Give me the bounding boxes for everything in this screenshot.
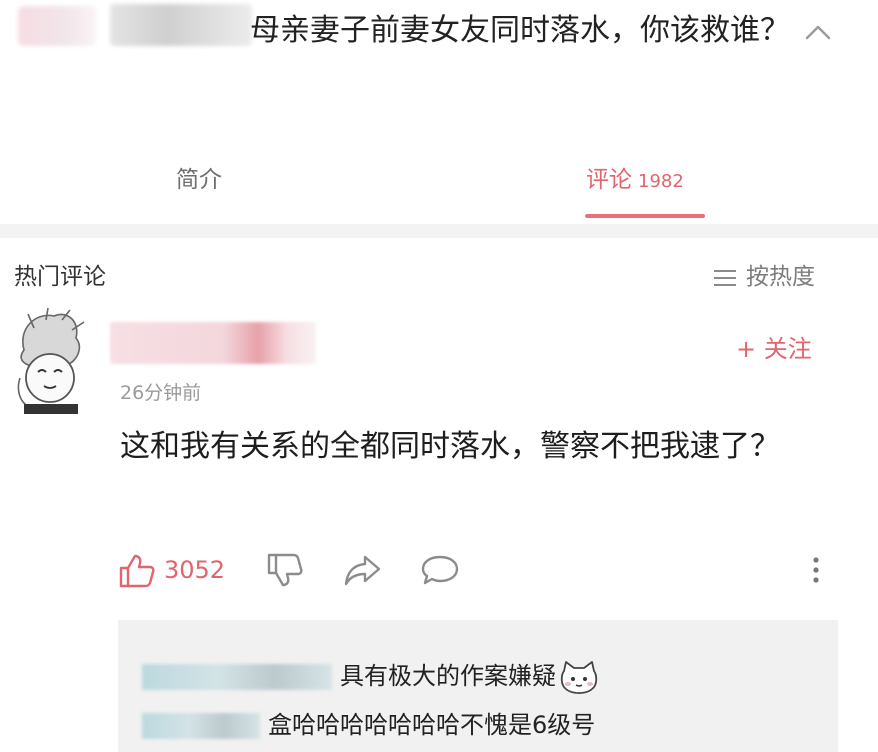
blurred-commenter-name (110, 322, 316, 364)
section-divider (0, 224, 878, 238)
chevron-up-icon[interactable] (798, 12, 838, 52)
active-tab-indicator (585, 214, 705, 218)
tab-intro-label: 简介 (176, 167, 222, 193)
tab-comments-label: 评论 (586, 167, 632, 193)
blurred-reply-author (142, 713, 260, 739)
tab-comments[interactable]: 评论 1982 (586, 160, 684, 194)
cat-emoji-icon (560, 661, 598, 694)
comment-icon[interactable] (420, 553, 460, 587)
post-title: 母亲妻子前妻女友同时落水，你该救谁？ (250, 13, 790, 48)
sort-by-popularity-button[interactable]: 按热度 (714, 257, 815, 291)
thumbs-up-icon[interactable] (118, 553, 156, 589)
share-icon[interactable] (343, 553, 383, 587)
follow-button[interactable]: + 关注 (736, 329, 812, 364)
reply-text: 具有极大的作案嫌疑 (340, 662, 556, 690)
sort-label: 按热度 (746, 264, 815, 290)
reply-item[interactable]: 具有极大的作案嫌疑 (142, 656, 600, 695)
tab-intro[interactable]: 简介 (176, 160, 222, 194)
reply-text: 盒哈哈哈哈哈哈哈不愧是6级号 (268, 711, 596, 739)
like-count: 3052 (164, 556, 226, 584)
avatar[interactable] (10, 308, 88, 418)
tab-comments-count: 1982 (638, 171, 684, 192)
hot-comments-heading: 热门评论 (14, 264, 106, 290)
reply-item[interactable]: 盒哈哈哈哈哈哈哈不愧是6级号 (142, 705, 595, 740)
sort-lines-icon (714, 265, 736, 291)
comment-text: 这和我有关系的全都同时落水，警察不把我逮了？ (120, 429, 780, 464)
comment-time: 26分钟前 (120, 382, 202, 404)
more-vertical-icon[interactable] (806, 552, 826, 588)
thumbs-down-icon[interactable] (266, 551, 304, 589)
blurred-reply-author (142, 664, 332, 690)
